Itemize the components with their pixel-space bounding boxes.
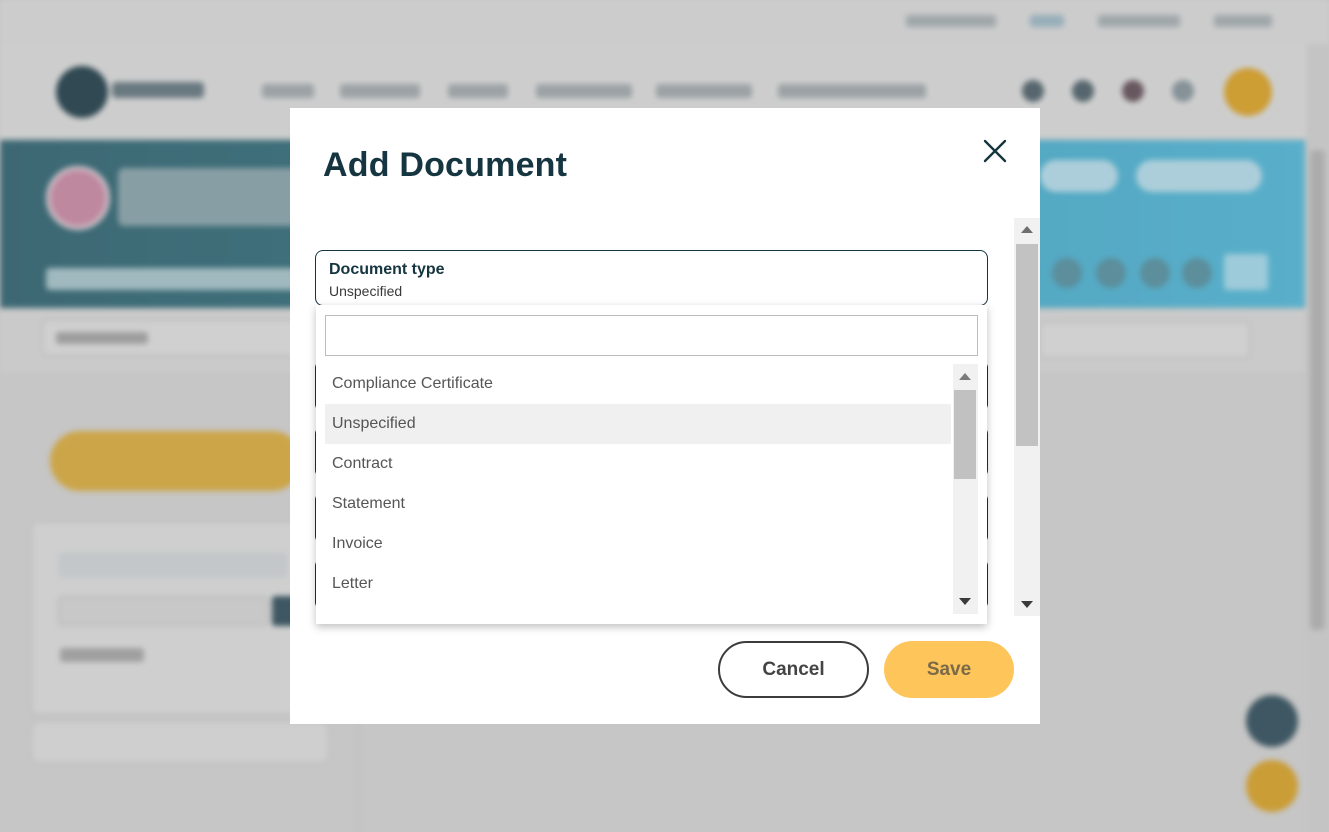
scroll-down-arrow-icon[interactable] [1021,601,1033,608]
dropdown-scrollbar-thumb[interactable] [954,390,976,479]
document-type-label: Document type [329,261,445,278]
document-type-value: Unspecified [329,283,403,299]
modal-scrollbar[interactable] [1014,218,1040,616]
dropdown-search-input[interactable] [325,315,978,356]
scroll-up-arrow-icon[interactable] [959,373,971,380]
dropdown-option[interactable]: Contract [325,444,951,484]
close-icon [983,139,1007,163]
save-button[interactable]: Save [884,641,1014,698]
document-type-dropdown: Compliance Certificate Unspecified Contrac… [316,305,987,624]
dropdown-option[interactable]: Unspecified [325,404,951,444]
dropdown-option[interactable]: Invoice [325,524,951,564]
scroll-down-arrow-icon[interactable] [959,598,971,605]
dropdown-option[interactable]: Compliance Certificate [325,364,951,404]
dropdown-options: Compliance Certificate Unspecified Contrac… [325,364,953,614]
close-button[interactable] [980,136,1010,166]
document-type-select[interactable]: Document type Unspecified [315,250,988,306]
cancel-button[interactable]: Cancel [718,641,869,698]
scroll-up-arrow-icon[interactable] [1021,226,1033,233]
dropdown-scrollbar[interactable] [953,364,978,614]
dropdown-option[interactable]: Letter [325,564,951,604]
dropdown-option[interactable]: Statement [325,484,951,524]
modal-title: Add Document [323,146,568,184]
modal-scrollbar-thumb[interactable] [1016,244,1038,446]
